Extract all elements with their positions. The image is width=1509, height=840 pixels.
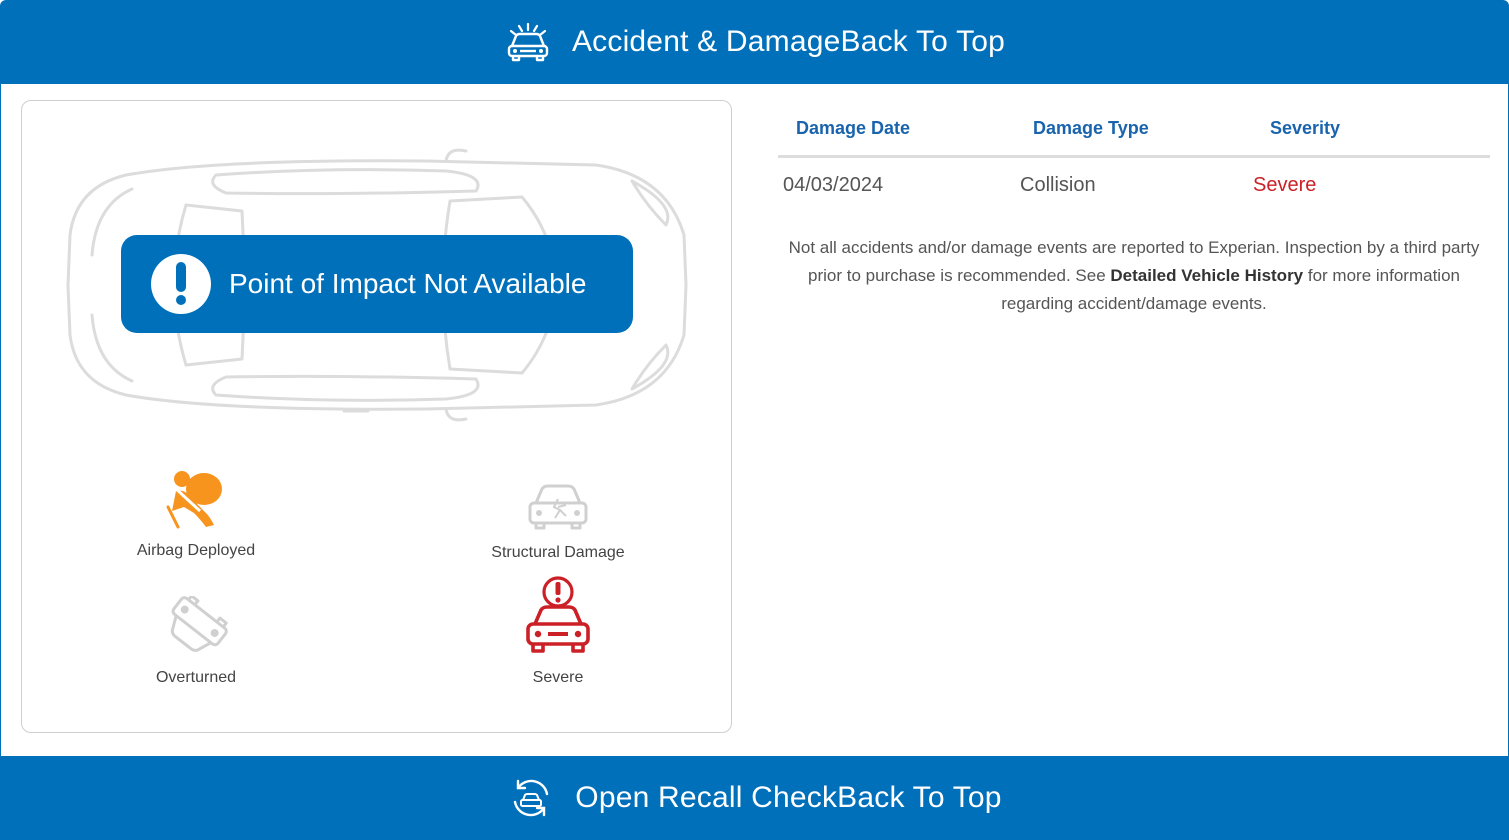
indicator-overturned: Overturned: [76, 594, 316, 687]
severity-cell: Severe: [1253, 173, 1317, 196]
structural-damage-label: Structural Damage: [491, 544, 625, 561]
indicator-structural-damage: Structural Damage: [438, 481, 678, 562]
table-header: Damage Date Damage Type Severity: [778, 102, 1490, 158]
exclamation-icon: [151, 254, 211, 314]
damage-table: Damage Date Damage Type Severity 04/03/2…: [778, 102, 1490, 212]
structural-damage-icon: [526, 481, 590, 536]
indicator-airbag: Airbag Deployed: [76, 467, 316, 560]
open-recall-title: Open Recall Check: [575, 781, 838, 814]
damage-date-cell: 04/03/2024: [783, 173, 884, 196]
recall-check-icon: [507, 774, 555, 822]
car-crash-icon: [504, 18, 552, 66]
indicator-severe: Severe: [438, 576, 678, 687]
back-to-top-link[interactable]: Back To Top: [841, 25, 1006, 59]
airbag-label: Airbag Deployed: [136, 542, 256, 559]
accident-damage-header: Accident & Damage Back To Top: [0, 0, 1509, 84]
overturned-label: Overturned: [155, 669, 237, 686]
accident-damage-title: Accident & Damage: [571, 25, 841, 58]
impact-banner: Point of Impact Not Available: [121, 235, 633, 333]
table-row: 04/03/2024 Collision Severe: [778, 158, 1490, 212]
severe-damage-icon: [523, 576, 593, 661]
overturned-car-icon: [164, 594, 228, 661]
detailed-vehicle-history-link[interactable]: Detailed Vehicle History: [1110, 266, 1303, 285]
impact-card: Point of Impact Not Available Airbag Dep…: [21, 100, 732, 733]
severe-label: Severe: [532, 669, 584, 686]
airbag-icon: [166, 467, 226, 534]
disclaimer: Not all accidents and/or damage events a…: [780, 234, 1488, 318]
back-to-top-link-recall[interactable]: Back To Top: [837, 781, 1002, 815]
damage-type-cell: Collision: [1020, 173, 1096, 196]
impact-message: Point of Impact Not Available: [229, 268, 587, 299]
header-damage-type[interactable]: Damage Type: [1015, 118, 1252, 139]
header-severity[interactable]: Severity: [1252, 118, 1490, 139]
open-recall-header: Open Recall Check Back To Top: [0, 756, 1509, 840]
header-damage-date[interactable]: Damage Date: [778, 118, 1015, 139]
